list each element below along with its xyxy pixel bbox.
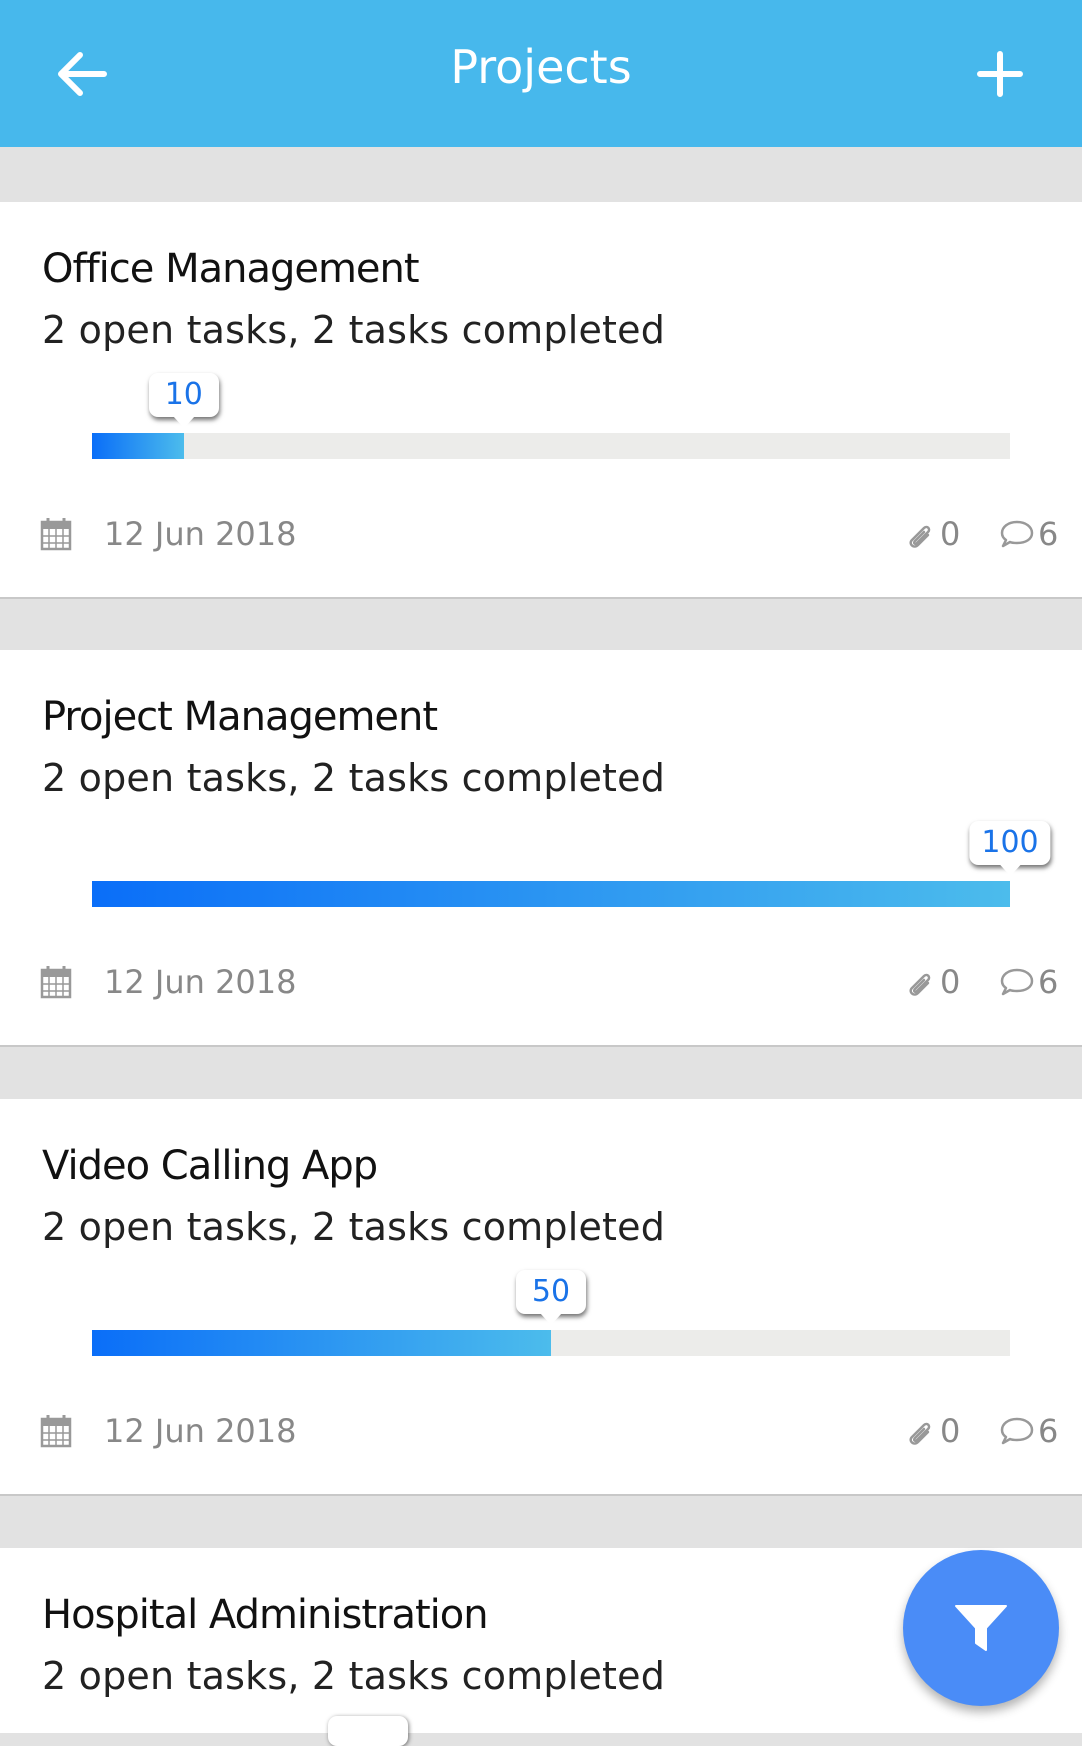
add-project-button[interactable]: [970, 44, 1030, 104]
task-summary: 2 open tasks, 2 tasks completed: [42, 308, 666, 352]
due-date: 12 Jun 2018: [40, 1411, 297, 1451]
project-card[interactable]: Office Management 2 open tasks, 2 tasks …: [0, 202, 1082, 599]
comment-icon: [1000, 1417, 1034, 1445]
attachments-count[interactable]: 0: [906, 514, 960, 554]
due-date: 12 Jun 2018: [40, 962, 297, 1002]
comments-value: 6: [1038, 515, 1059, 553]
comments-count[interactable]: 6: [1000, 962, 1058, 1002]
comments-count[interactable]: 6: [1000, 514, 1058, 554]
page-title: Projects: [450, 40, 632, 94]
due-date-text: 12 Jun 2018: [104, 1412, 297, 1450]
paperclip-icon: [909, 525, 931, 548]
project-name: Office Management: [42, 246, 420, 292]
attachments-count[interactable]: 0: [906, 962, 960, 1002]
progress-bar: [92, 881, 1010, 907]
progress-fill: [92, 881, 1010, 907]
due-date: 12 Jun 2018: [40, 514, 297, 554]
calendar-icon: [40, 1415, 72, 1448]
attachments-value: 0: [940, 963, 961, 1001]
progress-fill: [92, 433, 184, 459]
project-name: Video Calling App: [42, 1143, 378, 1189]
paperclip-icon: [909, 973, 931, 996]
filter-icon: [955, 1605, 1007, 1651]
progress-bubble: 100: [969, 821, 1051, 876]
calendar-icon: [40, 518, 72, 551]
comments-value: 6: [1038, 963, 1059, 1001]
progress-bubble: [328, 1716, 408, 1746]
plus-icon: [977, 51, 1023, 97]
calendar-icon: [40, 966, 72, 999]
progress-bar: [92, 1330, 1010, 1356]
attachments-count[interactable]: 0: [906, 1411, 960, 1451]
task-summary: 2 open tasks, 2 tasks completed: [42, 1654, 666, 1698]
progress-bar: [92, 433, 1010, 459]
task-summary: 2 open tasks, 2 tasks completed: [42, 756, 666, 800]
filter-button[interactable]: [903, 1550, 1059, 1706]
progress-fill: [92, 1330, 551, 1356]
paperclip-icon: [909, 1422, 931, 1445]
progress-bubble: 50: [516, 1270, 586, 1325]
comments-value: 6: [1038, 1412, 1059, 1450]
app-bar: Projects: [0, 0, 1082, 147]
progress-bubble: 10: [148, 373, 219, 428]
comment-icon: [1000, 968, 1034, 996]
attachments-value: 0: [940, 1412, 961, 1450]
comments-count[interactable]: 6: [1000, 1411, 1058, 1451]
attachments-value: 0: [940, 515, 961, 553]
project-name: Project Management: [42, 694, 438, 740]
project-name: Hospital Administration: [42, 1592, 489, 1638]
project-card[interactable]: Project Management 2 open tasks, 2 tasks…: [0, 650, 1082, 1047]
due-date-text: 12 Jun 2018: [104, 963, 297, 1001]
comment-icon: [1000, 520, 1034, 548]
due-date-text: 12 Jun 2018: [104, 515, 297, 553]
project-card[interactable]: Video Calling App 2 open tasks, 2 tasks …: [0, 1099, 1082, 1496]
task-summary: 2 open tasks, 2 tasks completed: [42, 1205, 666, 1249]
